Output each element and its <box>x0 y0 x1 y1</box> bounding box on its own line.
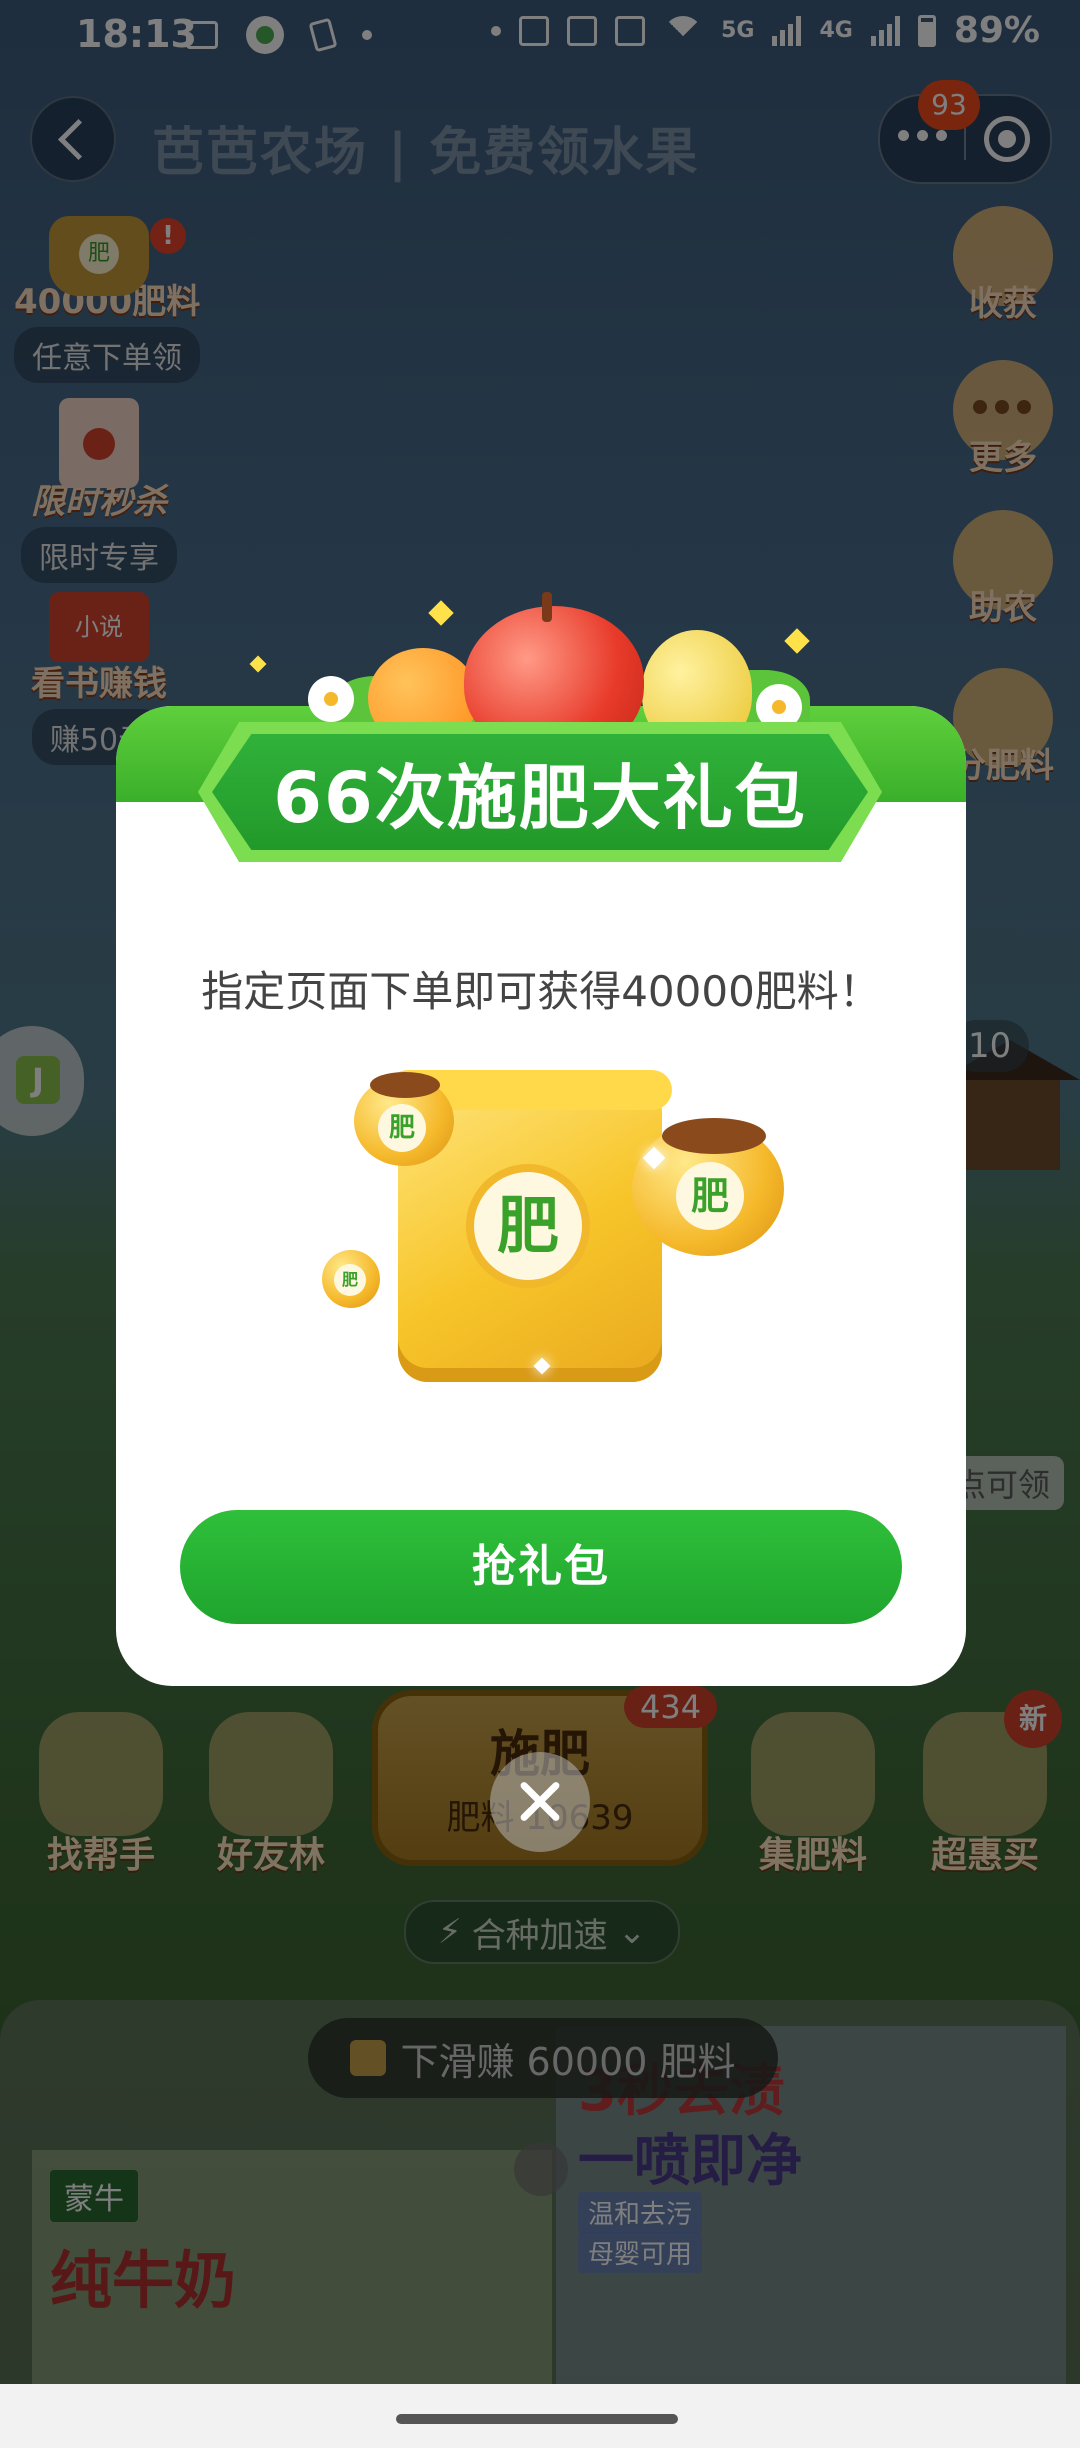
sack-label: 肥 <box>466 1164 590 1288</box>
modal-title: 66次施肥大礼包 <box>273 756 807 839</box>
apple-stem-icon <box>542 592 552 622</box>
pot-label: 肥 <box>334 1264 366 1296</box>
pot-soil <box>662 1118 766 1154</box>
close-modal-button[interactable] <box>490 1752 590 1852</box>
pot-label: 肥 <box>378 1104 426 1152</box>
screen: 18:13 5G 4G 89% 芭芭农场 | 免费领水果 93 <box>0 0 1080 2448</box>
grab-gift-pack-button[interactable]: 抢礼包 <box>180 1510 902 1624</box>
flower-icon <box>314 682 348 716</box>
modal-description: 指定页面下单即可获得40000肥料！ <box>201 967 881 1016</box>
title-ribbon: 66次施肥大礼包 <box>212 734 868 850</box>
pot-soil <box>370 1072 440 1098</box>
flower-icon <box>762 690 796 724</box>
home-gesture-handle[interactable] <box>396 2414 678 2424</box>
pot-label: 肥 <box>676 1162 744 1230</box>
